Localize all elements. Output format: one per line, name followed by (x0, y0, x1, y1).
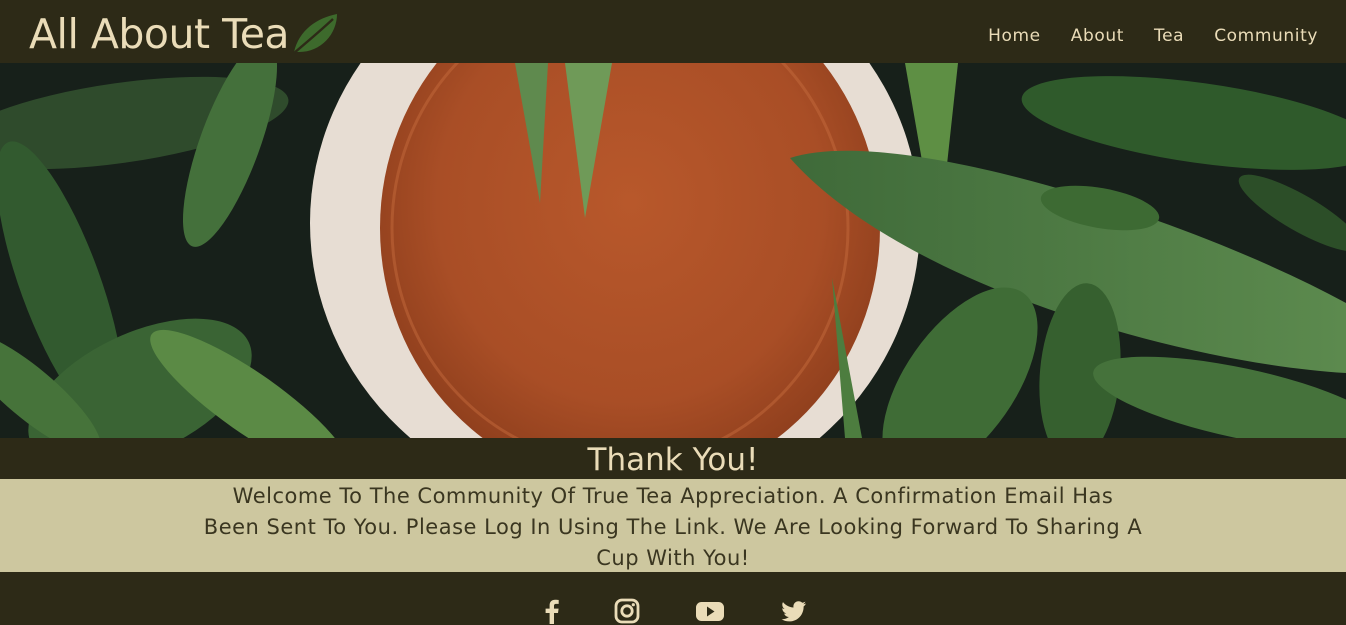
twitter-icon[interactable] (779, 596, 809, 625)
social-links (0, 596, 1346, 625)
instagram-icon[interactable] (612, 596, 642, 625)
nav-home-link[interactable]: Home (988, 26, 1041, 46)
confirmation-message: Welcome To The Community Of True Tea App… (203, 484, 1143, 570)
main-nav: Home About Tea Community (958, 26, 1318, 46)
facebook-icon[interactable] (537, 596, 567, 625)
brand-link[interactable]: All About Tea (29, 10, 341, 58)
confirmation-section: Welcome To The Community Of True Tea App… (0, 479, 1346, 572)
tea-leaf-icon (293, 14, 338, 54)
site-footer (0, 572, 1346, 625)
tea-cup-leaves-image (0, 63, 1346, 438)
brand-title: All About Tea (29, 10, 290, 58)
site-header: All About Tea Home About Tea Community (0, 0, 1346, 63)
nav-community-link[interactable]: Community (1214, 26, 1318, 46)
hero-image (0, 63, 1346, 438)
thank-you-section: Thank You! (0, 438, 1346, 479)
nav-tea-link[interactable]: Tea (1154, 26, 1184, 46)
page-title: Thank You! (587, 442, 759, 478)
nav-about-link[interactable]: About (1071, 26, 1124, 46)
youtube-icon[interactable] (695, 596, 725, 625)
